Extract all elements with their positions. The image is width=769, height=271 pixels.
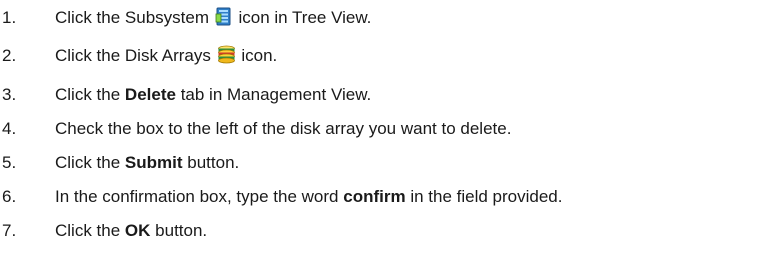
step-text: Click the Delete tab in Management View. — [55, 85, 372, 104]
step-text: Click the OK button. — [55, 221, 208, 240]
step-number: 5. — [2, 153, 17, 172]
step-number: 4. — [2, 119, 17, 138]
step-text: Click the Subsystem icon in Tree View. — [55, 6, 371, 33]
step-text: Check the box to the left of the disk ar… — [55, 119, 512, 138]
step-text: In the confirmation box, type the word c… — [55, 187, 563, 206]
step-number: 6. — [2, 187, 17, 206]
ui-term-submit: Submit — [124, 153, 183, 172]
step-number: 1. — [2, 8, 17, 27]
step-number: 7. — [2, 221, 17, 240]
ui-term-delete: Delete — [124, 85, 176, 104]
step-text: Click the Disk Arrays icon. — [55, 44, 277, 71]
ui-term-ok: OK — [124, 221, 151, 240]
step-text: Click the Submit button. — [55, 153, 240, 172]
step-number: 3. — [2, 85, 17, 104]
ui-term-confirm: confirm — [343, 187, 406, 206]
step-number: 2. — [2, 46, 17, 65]
disk-arrays-icon — [217, 45, 236, 71]
subsystem-icon — [215, 7, 233, 33]
